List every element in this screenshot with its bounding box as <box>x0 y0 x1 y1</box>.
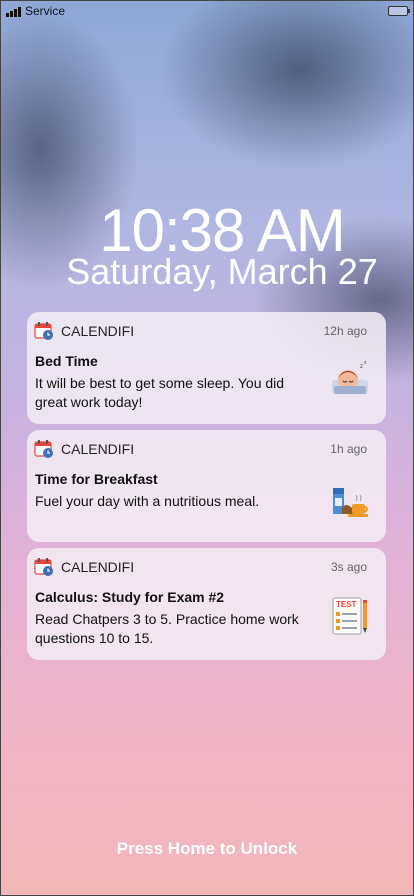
unlock-hint[interactable]: Press Home to Unlock <box>0 839 414 859</box>
notification-header: CALENDIFI 1h ago <box>34 439 367 459</box>
notification-time: 1h ago <box>330 442 367 456</box>
signal-strength-icon <box>6 6 21 17</box>
app-name: CALENDIFI <box>61 441 135 457</box>
notification-title: Bed Time <box>35 353 98 369</box>
breakfast-icon <box>333 488 368 517</box>
notification-card[interactable]: CALENDIFI 12h ago Bed Time It will be be… <box>27 312 386 424</box>
notification-title: Time for Breakfast <box>35 471 158 487</box>
notification-card[interactable]: CALENDIFI 1h ago Time for Breakfast Fuel… <box>27 430 386 542</box>
app-name: CALENDIFI <box>61 559 135 575</box>
calendar-app-icon <box>34 440 53 458</box>
notification-body: Read Chatpers 3 to 5. Practice home work… <box>35 611 299 646</box>
svg-text:z: z <box>360 364 363 370</box>
notification-header: CALENDIFI 12h ago <box>34 321 367 341</box>
status-bar: Service <box>6 3 410 19</box>
notification-body: Fuel your day with a nutritious meal. <box>35 493 260 509</box>
svg-text:z: z <box>364 360 367 366</box>
battery-icon <box>388 6 410 16</box>
test-sheet-icon: TEST <box>332 597 367 635</box>
calendar-app-icon <box>34 558 53 576</box>
notification-card[interactable]: CALENDIFI 3s ago Calculus: Study for Exa… <box>27 548 386 660</box>
notification-header: CALENDIFI 3s ago <box>34 557 367 577</box>
lock-screen-date: Saturday, March 27 <box>66 251 378 292</box>
notification-time: 12h ago <box>323 324 367 338</box>
calendar-app-icon <box>34 322 53 340</box>
notification-body: It will be best to get some sleep. You d… <box>35 375 285 410</box>
test-label: TEST <box>336 600 357 609</box>
notification-time: 3s ago <box>330 560 367 574</box>
notification-title: Calculus: Study for Exam #2 <box>35 589 225 605</box>
app-name: CALENDIFI <box>61 323 135 339</box>
sleeping-face-icon: z z <box>332 360 368 394</box>
carrier-label: Service <box>25 4 66 18</box>
